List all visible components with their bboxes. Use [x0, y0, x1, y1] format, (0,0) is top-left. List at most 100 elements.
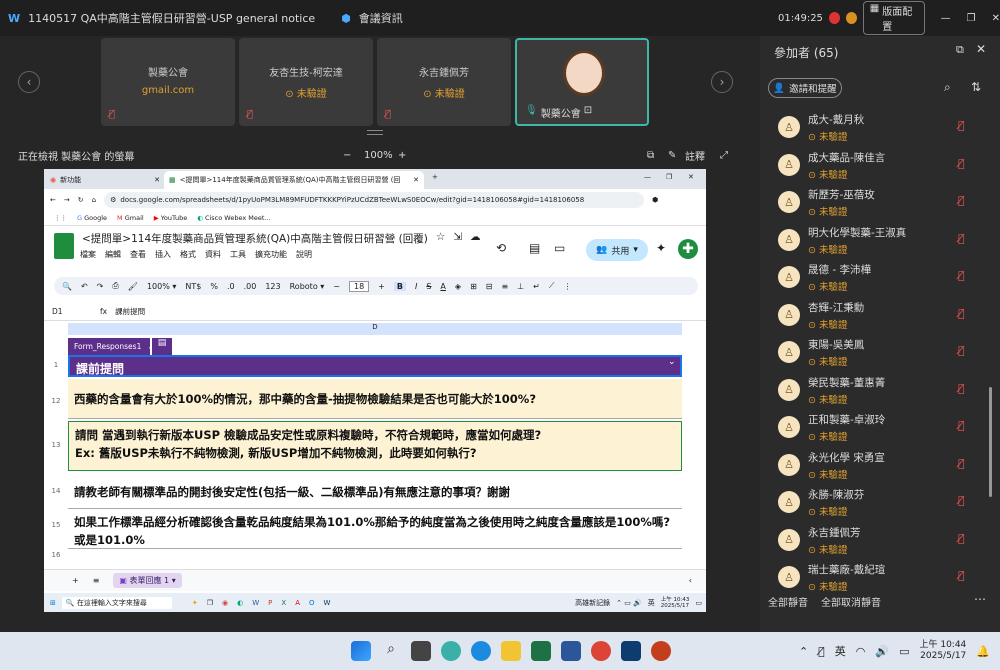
record-icon[interactable]	[828, 12, 840, 24]
tab-close-icon[interactable]: ✕	[154, 176, 160, 184]
url-input[interactable]: ⚙ docs.google.com/spreadsheets/d/1pyUoPM3…	[104, 192, 645, 208]
inner-search-box[interactable]: 🔍 在這裡輸入文字來搜尋	[61, 596, 172, 609]
reload-icon[interactable]: ↻	[78, 196, 84, 204]
new-tab-button[interactable]: +	[432, 173, 438, 181]
merge-icon[interactable]: ⊟	[486, 282, 493, 291]
site-info-icon[interactable]: ⚙	[110, 196, 116, 204]
muted-mic-icon[interactable]: 🎙̸	[958, 194, 965, 207]
zoom-out-button[interactable]: −	[343, 150, 351, 161]
widgets-icon[interactable]: ✦	[192, 599, 198, 607]
cloud-icon[interactable]: ☁	[470, 231, 481, 246]
bookmark-youtube[interactable]: ▶ YouTube	[154, 214, 188, 222]
bookmark-google[interactable]: G Google	[77, 214, 107, 222]
zoom-select[interactable]: 100% ▾	[147, 282, 176, 291]
participant-item[interactable]: ♙ 東陽-吳美鳳 ⊙ 未驗證 🎙̸	[778, 335, 978, 371]
participant-item[interactable]: ♙ 成大藥品-陳佳言 ⊙ 未驗證 🎙̸	[778, 148, 978, 184]
powerpoint-icon[interactable]: P	[268, 599, 272, 607]
chrome-icon[interactable]: ◉	[222, 599, 228, 607]
muted-mic-icon[interactable]: 🎙̸	[958, 119, 965, 132]
active-speaker-tile[interactable]: 🎙 製藥公會 ⊡	[515, 38, 649, 126]
paint-format-icon[interactable]: 🖌	[128, 282, 138, 291]
menu-edit[interactable]: 編輯	[105, 249, 121, 260]
participant-item[interactable]: ♙ 新歷芳-巫蓓玫 ⊙ 未驗證 🎙̸	[778, 185, 978, 221]
table-name-chip[interactable]: Form_Responses1 ⌄	[68, 338, 154, 355]
more-icon[interactable]: ⋮	[563, 282, 571, 291]
history-icon[interactable]: ⟲	[496, 241, 506, 255]
webex-icon[interactable]: W	[324, 599, 331, 607]
excel-icon[interactable]: X	[281, 599, 286, 607]
meeting-info-link[interactable]: 會議資訊	[359, 10, 403, 26]
clock[interactable]: 上午 10:44 2025/5/17	[919, 640, 966, 662]
font-size-input[interactable]: 18	[348, 280, 370, 292]
move-icon[interactable]: ⇲	[453, 231, 462, 246]
name-box[interactable]: D1	[44, 307, 92, 316]
close-button[interactable]: ✕	[992, 13, 1000, 24]
participant-item[interactable]: ♙ 榮民製藥-董惠菁 ⊙ 未驗證 🎙̸	[778, 373, 978, 409]
table-row[interactable]: 如果工作標準品經分析確認後含量乾品純度結果為101.0%那給予的純度當為之後使用…	[68, 509, 682, 549]
table-menu-icon[interactable]: ▤	[152, 338, 172, 355]
scroll-left-icon[interactable]: ‹	[689, 576, 692, 585]
muted-mic-icon[interactable]: 🎙̸	[958, 157, 965, 170]
filter-chevron-icon[interactable]: ⌄	[668, 357, 676, 367]
participant-item[interactable]: ♙ 永勝-陳淑芬 ⊙ 未驗證 🎙̸	[778, 485, 978, 521]
font-size-minus[interactable]: −	[333, 282, 340, 291]
annotate-button[interactable]: 註釋	[685, 148, 705, 163]
apps-icon[interactable]: ⋮⋮	[54, 214, 67, 222]
layout-button[interactable]: ▦ 版面配置	[862, 1, 925, 35]
menu-data[interactable]: 資料	[205, 249, 221, 260]
outlook-icon[interactable]: O	[309, 599, 315, 607]
valign-icon[interactable]: ⊥	[517, 282, 524, 291]
font-size-plus[interactable]: +	[378, 282, 385, 291]
file-explorer-icon[interactable]	[501, 641, 521, 661]
menu-tools[interactable]: 工具	[230, 249, 246, 260]
star-icon[interactable]: ☆	[436, 231, 445, 246]
redo-icon[interactable]: ↷	[97, 282, 104, 291]
video-tile[interactable]: 永吉鍾佩芳 ⊙ 未驗證 🎙̸	[377, 38, 511, 126]
video-tile[interactable]: 製藥公會 gmail.com 🎙̸	[101, 38, 235, 126]
participant-item[interactable]: ♙ 瑞士藥廠-戴紀瑄 ⊙ 未驗證 🎙̸	[778, 560, 978, 596]
participant-item[interactable]: ♙ 成大-戴月秋 ⊙ 未驗證 🎙̸	[778, 110, 978, 146]
extension-icon[interactable]: ⬢	[652, 196, 658, 204]
align-icon[interactable]: ≡	[501, 282, 508, 291]
zoom-in-button[interactable]: +	[398, 150, 406, 161]
word-icon[interactable]	[561, 641, 581, 661]
task-view-icon[interactable]: ❐	[207, 599, 213, 607]
rotate-icon[interactable]: ⟋	[549, 281, 555, 291]
tab-new-features[interactable]: ◉ 新功能 ✕	[50, 172, 160, 187]
bookmark-webex[interactable]: ◐ Cisco Webex Meet...	[197, 214, 270, 222]
search-icon[interactable]: ⌕	[944, 80, 951, 95]
table-row[interactable]: 請問 當遇到執行新版本USP 檢驗成品安定性或原料複驗時，不符合規範時，應當如何…	[68, 421, 682, 471]
menu-extensions[interactable]: 擴充功能	[255, 249, 287, 260]
muted-mic-icon[interactable]: 🎙̸	[958, 457, 965, 470]
formula-input[interactable]: 課前提問	[115, 306, 145, 317]
comment-icon[interactable]: ▤	[529, 241, 540, 255]
menu-view[interactable]: 查看	[130, 249, 146, 260]
menu-file[interactable]: 檔案	[80, 249, 96, 260]
wrap-icon[interactable]: ↵	[533, 282, 540, 291]
edge-icon[interactable]: ◐	[237, 599, 243, 607]
participant-item[interactable]: ♙ 杏輝-江秉勳 ⊙ 未驗證 🎙̸	[778, 298, 978, 334]
tray-icons[interactable]: ⌃ ▭ 🔊	[616, 599, 642, 607]
muted-mic-icon[interactable]: 🎙̸	[958, 569, 965, 582]
back-icon[interactable]: ←	[50, 196, 56, 204]
percent-button[interactable]: %	[210, 282, 218, 291]
notification-icon[interactable]: 🔔	[976, 645, 990, 658]
mic-muted-icon[interactable]: 🎙̸	[818, 645, 825, 658]
add-sheet-button[interactable]: +	[72, 576, 79, 585]
strikethrough-button[interactable]: S	[426, 282, 431, 291]
muted-mic-icon[interactable]: 🎙̸	[958, 382, 965, 395]
menu-format[interactable]: 格式	[180, 249, 196, 260]
column-header-d[interactable]: D	[68, 323, 682, 335]
search-icon[interactable]: ⌕	[381, 641, 401, 661]
resize-handle[interactable]	[367, 130, 383, 135]
volume-icon[interactable]: 🔊	[875, 645, 889, 658]
minimize-button[interactable]: —	[644, 173, 651, 181]
fill-color-icon[interactable]: ◈	[455, 282, 461, 291]
sheets-logo-icon[interactable]	[54, 233, 74, 259]
muted-mic-icon[interactable]: 🎙̸	[958, 532, 965, 545]
pip-icon[interactable]: ⧉	[647, 150, 654, 161]
status-icon[interactable]	[845, 12, 857, 24]
menu-help[interactable]: 說明	[296, 249, 312, 260]
chevron-up-icon[interactable]: ⌃	[799, 645, 808, 658]
windows-start-icon[interactable]: ⊞	[50, 599, 56, 607]
